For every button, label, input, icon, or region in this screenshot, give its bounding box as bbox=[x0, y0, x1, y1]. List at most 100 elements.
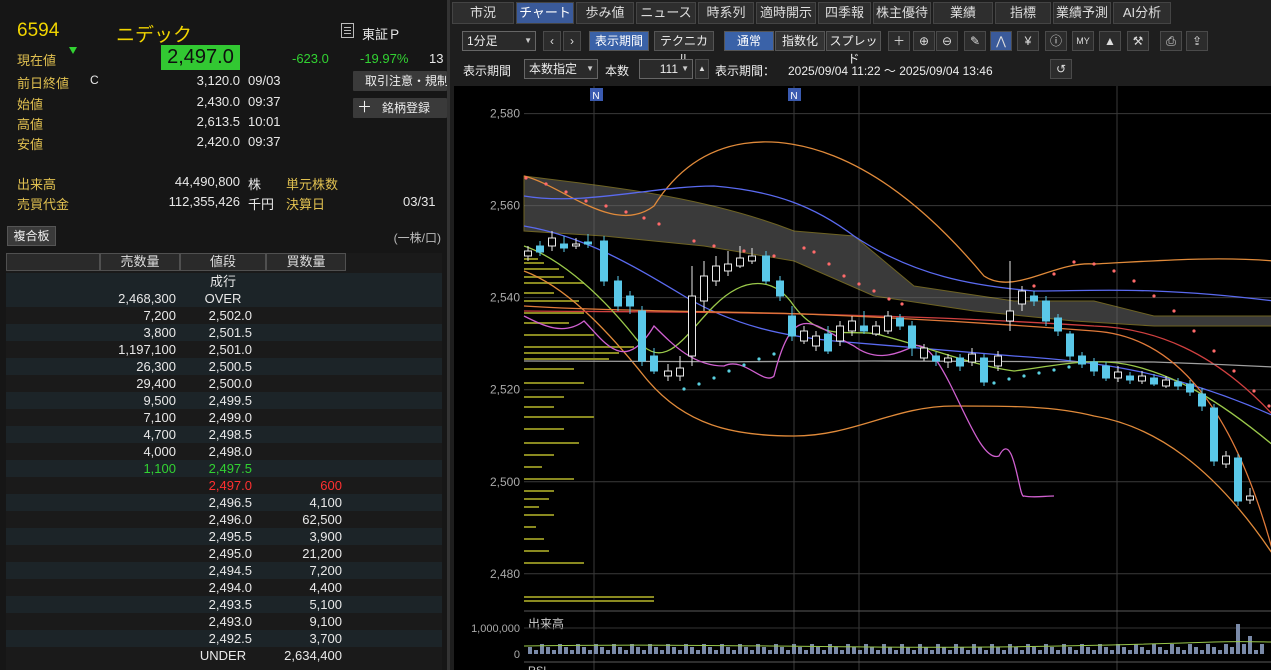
export-icon[interactable]: ⇪ bbox=[1186, 31, 1208, 51]
tab-4[interactable]: 時系列 bbox=[698, 2, 754, 24]
zoom-in-icon[interactable]: ⊕ bbox=[913, 31, 935, 51]
volume-profile-bar bbox=[524, 368, 574, 370]
book-row[interactable]: 7,200 2,502.0 bbox=[6, 307, 442, 324]
reset-icon[interactable]: ↺ bbox=[1050, 59, 1072, 79]
yen-icon[interactable]: ¥ bbox=[1017, 31, 1039, 51]
book-row[interactable]: 4,000 2,498.0 bbox=[6, 443, 442, 460]
ichimoku-cloud bbox=[523, 175, 1271, 327]
tab-7[interactable]: 株主優待 bbox=[873, 2, 931, 24]
high-label: 高値 bbox=[17, 117, 44, 132]
pencil-icon[interactable]: ✎ bbox=[964, 31, 986, 51]
book-row[interactable]: 2,468,300 OVER bbox=[6, 290, 442, 307]
book-row[interactable]: 2,494.0 4,400 bbox=[6, 579, 442, 596]
book-price: 2,495.0 bbox=[208, 546, 252, 561]
tab-8[interactable]: 業績 bbox=[933, 2, 993, 24]
book-row[interactable]: 9,500 2,499.5 bbox=[6, 392, 442, 409]
volume-profile-bar bbox=[524, 442, 579, 444]
book-row[interactable]: 2,497.0 600 bbox=[6, 477, 442, 494]
volume-bar bbox=[1236, 624, 1240, 654]
display-period-button[interactable]: 表示期間 bbox=[589, 31, 649, 51]
book-row[interactable]: UNDER 2,634,400 bbox=[6, 647, 442, 664]
volume-bar bbox=[882, 644, 886, 654]
book-row[interactable]: 2,493.5 5,100 bbox=[6, 596, 442, 613]
sar-dot bbox=[887, 297, 891, 301]
book-row[interactable]: 7,100 2,499.0 bbox=[6, 409, 442, 426]
book-row[interactable]: 4,700 2,498.5 bbox=[6, 426, 442, 443]
volume-bar bbox=[690, 647, 694, 654]
book-row[interactable]: 1,100 2,497.5 bbox=[6, 460, 442, 477]
trade-notice-button[interactable]: 取引注意・規制 bbox=[353, 71, 449, 91]
volume-bar bbox=[990, 644, 994, 654]
candle-body bbox=[650, 355, 658, 372]
period-mode-select[interactable]: 本数指定 bbox=[524, 59, 598, 79]
y-tick-label: 2,540 bbox=[490, 291, 520, 305]
print-icon[interactable]: ⎙ bbox=[1160, 31, 1182, 51]
ma-red-line bbox=[523, 310, 1271, 414]
count-input[interactable]: 111 bbox=[639, 59, 693, 79]
prev-arrow-icon[interactable]: ‹ bbox=[543, 31, 561, 51]
tab-5[interactable]: 適時開示 bbox=[756, 2, 816, 24]
volume-tick-label: 0 bbox=[514, 649, 520, 661]
volume-bar bbox=[1074, 650, 1078, 654]
book-row[interactable]: 1,197,100 2,501.0 bbox=[6, 341, 442, 358]
book-price: 2,493.0 bbox=[208, 614, 252, 629]
tab-1[interactable]: チャート bbox=[516, 2, 574, 24]
volume-bar bbox=[846, 644, 850, 654]
book-row[interactable]: 26,300 2,500.5 bbox=[6, 358, 442, 375]
my-chart-icon[interactable]: MY bbox=[1072, 31, 1094, 51]
volume-bar bbox=[762, 647, 766, 654]
book-row[interactable]: 2,495.5 3,900 bbox=[6, 528, 442, 545]
index-button[interactable]: 指数化 bbox=[775, 31, 825, 51]
book-price: 2,501.0 bbox=[208, 342, 252, 357]
market-label: 東証Ｐ bbox=[362, 27, 402, 42]
info-icon[interactable]: ⓘ bbox=[1045, 31, 1067, 51]
book-row[interactable]: 2,494.5 7,200 bbox=[6, 562, 442, 579]
chart-canvas[interactable]: 2,580 2,560 2,540 2,520 2,500 2,480 N N 出来高 1,000… bbox=[454, 86, 1271, 670]
tab-3[interactable]: ニュース bbox=[636, 2, 696, 24]
volume-profile-bar bbox=[524, 428, 564, 430]
volume-bar bbox=[582, 647, 586, 654]
spread-button[interactable]: スプレッド bbox=[826, 31, 881, 66]
wrench-icon[interactable]: ⚒ bbox=[1127, 31, 1149, 51]
tab-11[interactable]: AI分析 bbox=[1113, 2, 1171, 24]
volume-bar bbox=[726, 647, 730, 654]
price-change: -623.0 bbox=[292, 51, 329, 66]
book-price: 2,496.0 bbox=[208, 512, 252, 527]
composite-board-button[interactable]: 複合板 bbox=[7, 226, 56, 246]
price-chart[interactable]: 2,580 2,560 2,540 2,520 2,500 2,480 N N 出来高 1,000… bbox=[454, 86, 1271, 670]
book-row[interactable]: 2,493.0 9,100 bbox=[6, 613, 442, 630]
next-arrow-icon[interactable]: › bbox=[563, 31, 581, 51]
normal-button[interactable]: 通常 bbox=[724, 31, 774, 51]
book-row[interactable]: 2,496.0 62,500 bbox=[6, 511, 442, 528]
book-price: 2,494.5 bbox=[208, 563, 252, 578]
trend-icon[interactable]: ⋀ bbox=[990, 31, 1012, 51]
crosshair-icon[interactable]: ＋ bbox=[888, 31, 910, 51]
book-price: 2,498.5 bbox=[208, 427, 252, 442]
interval-select[interactable]: 1分足 bbox=[462, 31, 536, 51]
volume-bar bbox=[528, 647, 532, 654]
book-row[interactable]: 29,400 2,500.0 bbox=[6, 375, 442, 392]
book-price: 2,500.5 bbox=[208, 359, 252, 374]
zoom-out-icon[interactable]: ⊖ bbox=[936, 31, 958, 51]
tab-2[interactable]: 歩み値 bbox=[576, 2, 634, 24]
market-order-row[interactable]: 成行 bbox=[6, 273, 442, 290]
add-watch-button[interactable]: ＋ 銘柄登録 bbox=[353, 98, 447, 118]
tab-6[interactable]: 四季報 bbox=[818, 2, 871, 24]
document-icon[interactable] bbox=[341, 23, 354, 38]
stepper-up-icon[interactable]: ▲ bbox=[695, 59, 709, 79]
volume-bar bbox=[1092, 650, 1096, 654]
order-book: 売数量 値段 買数量 成行 2,468,300 OVER 7,200 2,502.0 3… bbox=[6, 253, 442, 670]
area-chart-icon[interactable]: ▲ bbox=[1099, 31, 1121, 51]
tab-10[interactable]: 業績予測 bbox=[1053, 2, 1111, 24]
y-tick-label: 2,520 bbox=[490, 383, 520, 397]
volume-bar bbox=[948, 650, 952, 654]
book-row[interactable]: 2,496.5 4,100 bbox=[6, 494, 442, 511]
technical-button[interactable]: テクニカル bbox=[654, 31, 714, 66]
volume-bar bbox=[1260, 644, 1264, 654]
book-row[interactable]: 2,492.5 3,700 bbox=[6, 630, 442, 647]
book-row[interactable]: 3,800 2,501.5 bbox=[6, 324, 442, 341]
candle-body bbox=[1018, 290, 1026, 305]
tab-9[interactable]: 指標 bbox=[995, 2, 1051, 24]
tab-0[interactable]: 市況 bbox=[452, 2, 514, 24]
book-row[interactable]: 2,495.0 21,200 bbox=[6, 545, 442, 562]
